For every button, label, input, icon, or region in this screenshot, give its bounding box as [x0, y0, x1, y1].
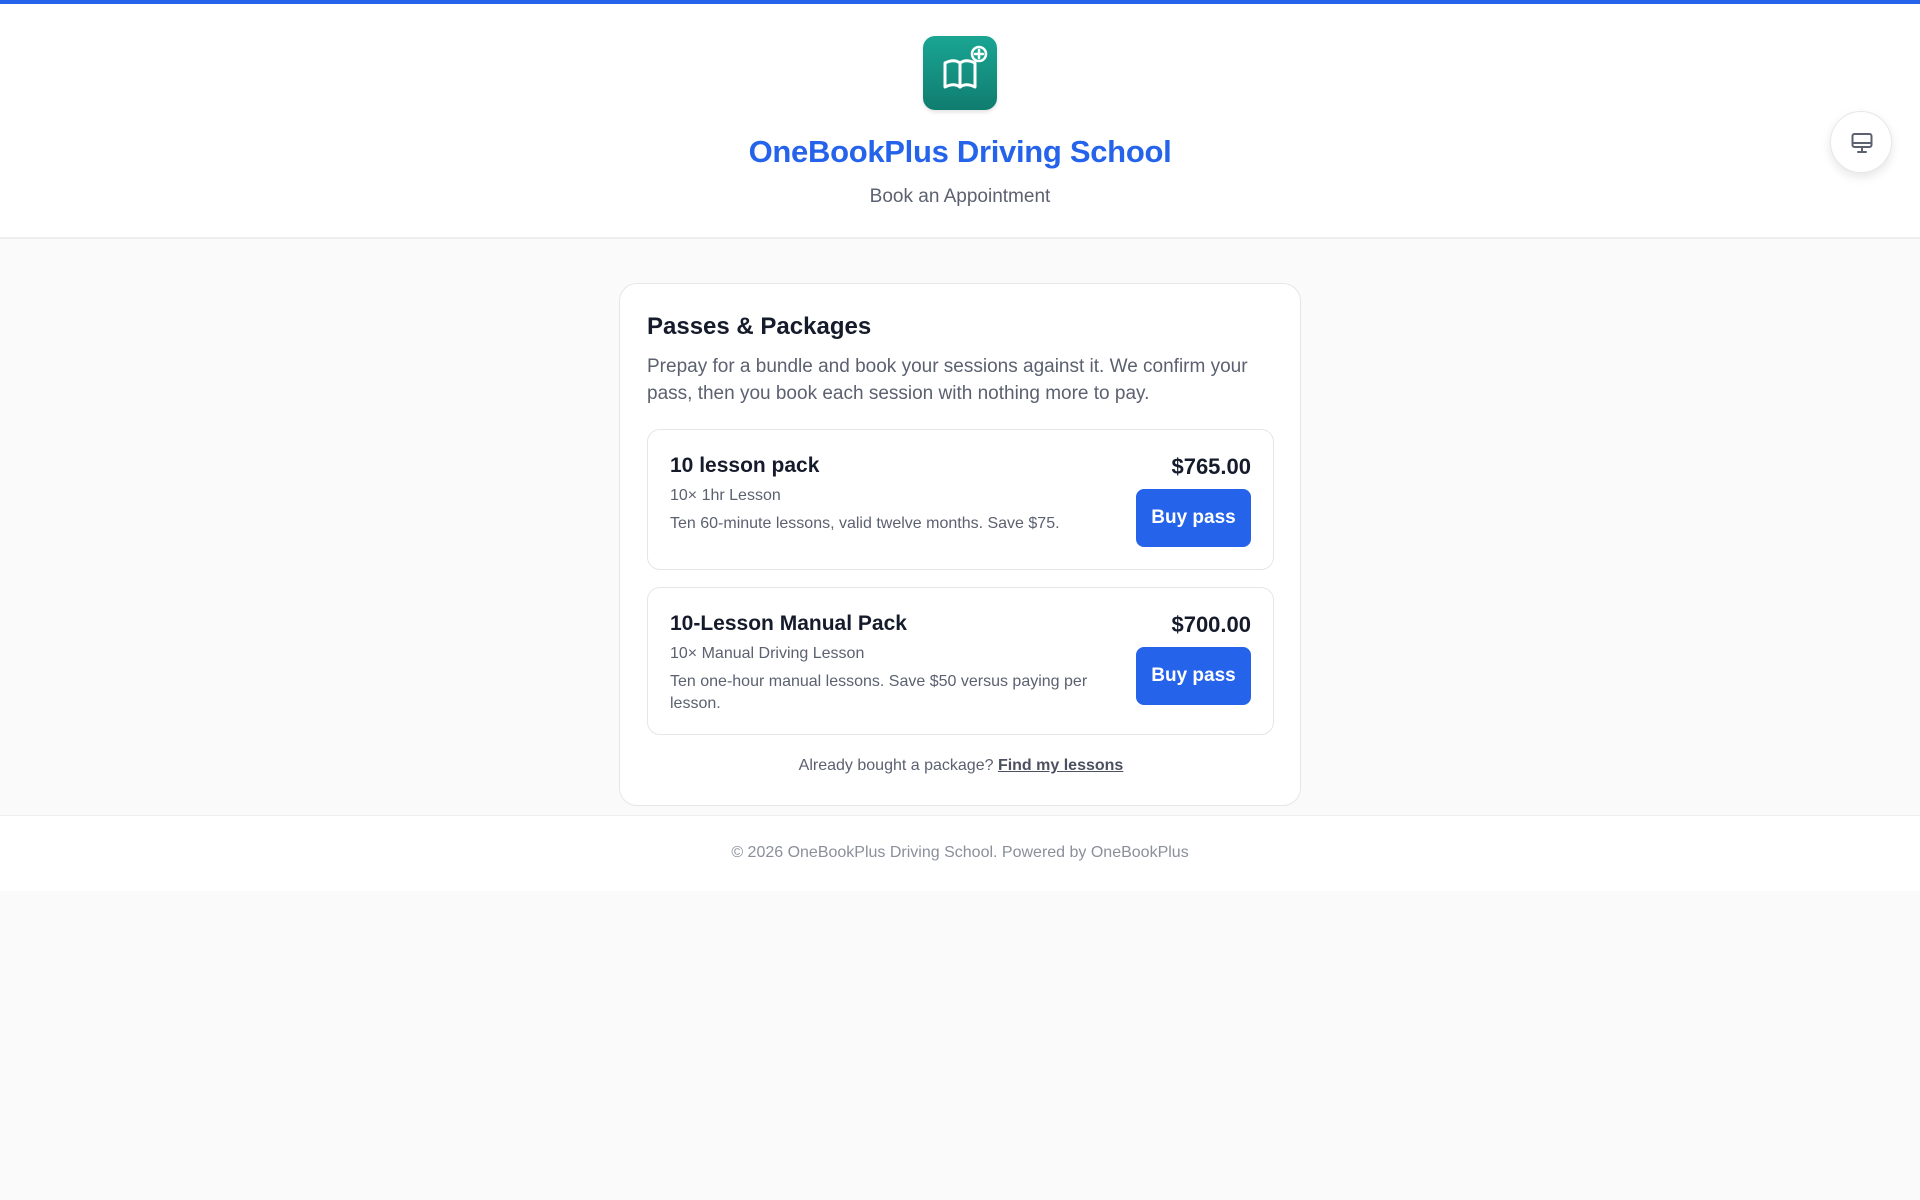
package-price: $765.00 [1171, 454, 1251, 479]
package-card: 10 lesson pack 10× 1hr Lesson Ten 60-min… [647, 429, 1274, 570]
page-subtitle: Book an Appointment [869, 186, 1051, 207]
school-name: OneBookPlus Driving School [748, 134, 1172, 169]
page-footer: © 2026 OneBookPlus Driving School. Power… [0, 815, 1920, 891]
buy-pass-button[interactable]: Buy pass [1136, 647, 1251, 705]
package-name: 10 lesson pack [670, 454, 820, 477]
package-items: 10× Manual Driving Lesson [670, 645, 865, 662]
package-description: Ten 60-minute lessons, valid twelve mont… [670, 515, 1060, 532]
school-logo [923, 36, 997, 110]
page-header: OneBookPlus Driving School Book an Appoi… [0, 4, 1920, 239]
passes-description: Prepay for a bundle and book your sessio… [647, 356, 1248, 404]
already-bought-note: Already bought a package? Find my lesson… [620, 757, 1302, 775]
already-bought-text: Already bought a package? [798, 757, 994, 774]
package-items: 10× 1hr Lesson [670, 487, 781, 504]
package-card: 10-Lesson Manual Pack 10× Manual Driving… [647, 587, 1274, 735]
open-book-plus-icon [943, 45, 988, 89]
display-mode-button[interactable] [1830, 111, 1892, 173]
find-my-lessons-link[interactable]: Find my lessons [998, 757, 1123, 774]
package-name: 10-Lesson Manual Pack [670, 612, 907, 635]
footer-copyright: © 2026 OneBookPlus Driving School. Power… [731, 844, 1189, 861]
passes-card: Passes & Packages Prepay for a bundle an… [619, 283, 1301, 806]
package-description: Ten one-hour manual lessons. Save $50 ve… [670, 673, 1088, 712]
passes-title: Passes & Packages [647, 313, 872, 340]
package-price: $700.00 [1171, 612, 1251, 637]
monitor-icon [1851, 133, 1873, 153]
buy-pass-button[interactable]: Buy pass [1136, 489, 1251, 547]
